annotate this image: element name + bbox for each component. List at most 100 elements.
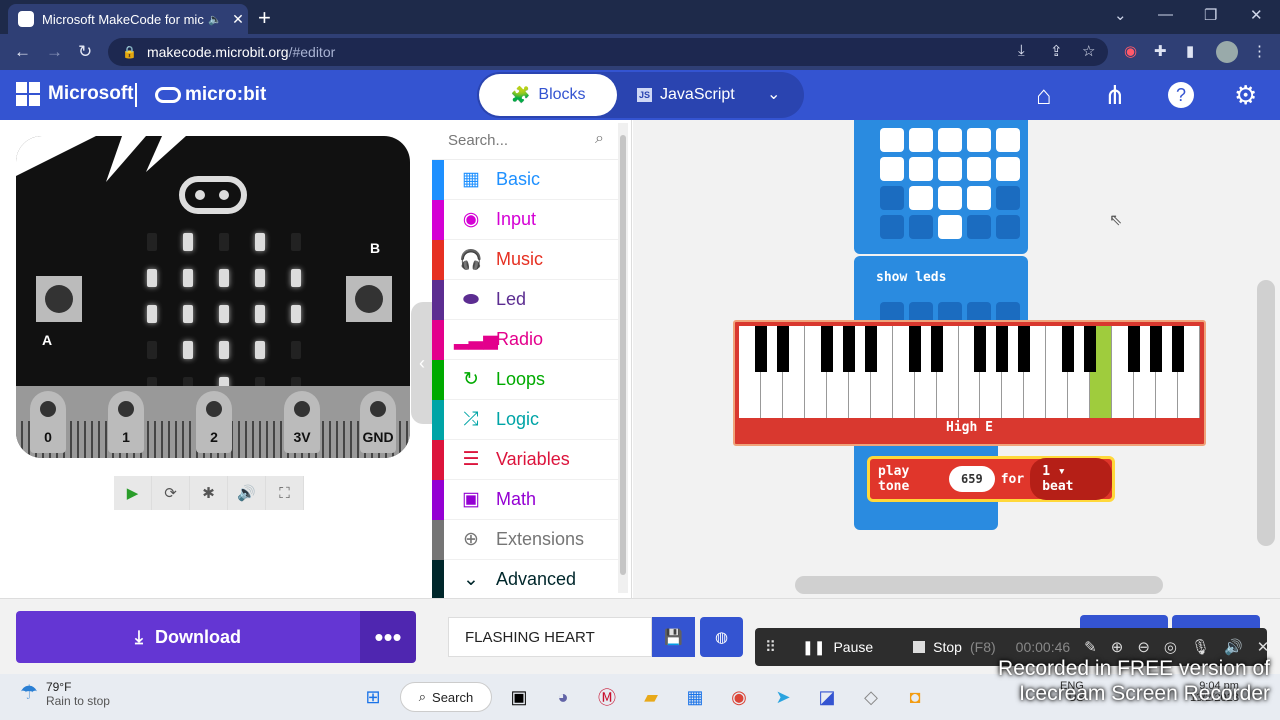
stop-button[interactable]: Stop (F8) — [913, 639, 996, 655]
black-key[interactable] — [974, 326, 987, 372]
zoom-in-icon[interactable]: ⊕ — [1111, 638, 1124, 656]
black-key[interactable] — [930, 326, 943, 372]
led-cell-0-3[interactable] — [967, 128, 991, 152]
toolbox-scrollbar[interactable] — [618, 123, 628, 593]
chrome-icon[interactable]: ◉ — [722, 680, 756, 714]
led-cell-2-1[interactable] — [909, 186, 933, 210]
install-icon[interactable]: ⤓ — [1018, 42, 1025, 59]
close-recorder-icon[interactable]: ✕ — [1257, 638, 1270, 656]
category-logic[interactable]: ⤮ Logic — [432, 399, 618, 440]
makecode-app-icon[interactable]: ◪ — [810, 680, 844, 714]
led-editor-grid[interactable] — [880, 128, 1020, 239]
file-explorer-icon[interactable]: ▰ — [634, 680, 668, 714]
category-input[interactable]: ◉ Input — [432, 199, 618, 240]
play-icon[interactable]: ▶ — [114, 476, 152, 510]
debug-bug-icon[interactable]: ✱ — [190, 476, 228, 510]
led-cell-2-2[interactable] — [938, 186, 962, 210]
category-math[interactable]: ▣ Math — [432, 479, 618, 520]
blocks-button[interactable]: 🧩 Blocks — [479, 74, 617, 116]
led-cell-1-3[interactable] — [967, 157, 991, 181]
microsoft-logo[interactable]: Microsoft — [16, 82, 134, 106]
close-window-icon[interactable]: ✕ — [1250, 6, 1263, 24]
tone-value-field[interactable]: 659 — [949, 466, 995, 492]
mcafee-icon[interactable]: Ⓜ — [590, 680, 624, 714]
taskbar-search[interactable]: ⌕ Search — [400, 682, 492, 712]
side-panel-icon[interactable]: ▮ — [1186, 42, 1194, 60]
category-led[interactable]: ⬬ Led — [432, 279, 618, 320]
led-cell-3-1[interactable] — [909, 215, 933, 239]
piano-note-picker[interactable]: High E — [733, 320, 1206, 446]
category-advanced[interactable]: ⌄ Advanced — [432, 559, 618, 600]
home-icon[interactable]: ⌂ — [1036, 80, 1052, 111]
beat-dropdown[interactable]: 1 ▾ beat — [1030, 458, 1112, 500]
save-button[interactable]: 💾 — [652, 617, 695, 657]
black-key[interactable] — [1150, 326, 1163, 372]
toolbox-search-input[interactable]: Search... ⌕ — [432, 120, 618, 160]
browser-menu-icon[interactable]: ⋮ — [1252, 42, 1267, 60]
pen-icon[interactable]: ✎ — [1084, 638, 1097, 656]
back-icon[interactable]: ← — [14, 42, 31, 62]
led-cell-0-1[interactable] — [909, 128, 933, 152]
chevron-down-icon[interactable]: ⌄ — [767, 84, 780, 104]
record-extension-icon[interactable]: ◉ — [1124, 42, 1137, 60]
windows-start-icon[interactable]: ⊞ — [356, 680, 390, 714]
recorder-app-icon[interactable]: ◘ — [898, 680, 932, 714]
black-key[interactable] — [1018, 326, 1031, 372]
pause-button[interactable]: ❚❚ Pause — [802, 639, 873, 656]
teams-chat-icon[interactable]: ◕ — [546, 680, 580, 714]
black-key[interactable] — [908, 326, 921, 372]
play-tone-block[interactable]: play tone 659 for 1 ▾ beat — [867, 456, 1115, 502]
javascript-button[interactable]: JS JavaScript — [637, 74, 735, 116]
black-key[interactable] — [754, 326, 767, 372]
category-music[interactable]: 🎧 Music — [432, 239, 618, 280]
led-cell-2-0[interactable] — [880, 186, 904, 210]
forward-icon[interactable]: → — [46, 42, 63, 62]
led-cell-3-3[interactable] — [967, 215, 991, 239]
category-extensions[interactable]: ⊕ Extensions — [432, 519, 618, 560]
telegram-icon[interactable]: ➤ — [766, 680, 800, 714]
github-button[interactable]: ◍ — [700, 617, 743, 657]
led-cell-0-4[interactable] — [996, 128, 1020, 152]
browser-tab[interactable]: Microsoft MakeCode for mic 🔈 ✕ — [8, 4, 248, 34]
black-key[interactable] — [842, 326, 855, 372]
category-variables[interactable]: ☰ Variables — [432, 439, 618, 480]
led-cell-1-0[interactable] — [880, 157, 904, 181]
led-cell-3-0[interactable] — [880, 215, 904, 239]
black-key[interactable] — [1084, 326, 1097, 372]
speaker-icon[interactable]: 🔊 — [1224, 638, 1243, 656]
button-b[interactable] — [346, 276, 392, 322]
close-tab-icon[interactable]: ✕ — [228, 11, 248, 28]
blocks-workspace[interactable]: show leds High E play tone 659 for 1 ▾ b… — [633, 120, 1280, 598]
profile-avatar[interactable] — [1216, 41, 1238, 63]
led-cell-1-4[interactable] — [996, 157, 1020, 181]
category-basic[interactable]: ▦ Basic — [432, 159, 618, 200]
black-key[interactable] — [864, 326, 877, 372]
black-key[interactable] — [1062, 326, 1075, 372]
black-key[interactable] — [820, 326, 833, 372]
search-icon[interactable]: ⌕ — [595, 130, 604, 148]
led-cell-2-3[interactable] — [967, 186, 991, 210]
app-icon[interactable]: ◇ — [854, 680, 888, 714]
led-cell-0-0[interactable] — [880, 128, 904, 152]
pin-gnd[interactable]: GND — [360, 391, 396, 453]
weather-widget[interactable]: ☂ 79°F Rain to stop — [20, 680, 110, 708]
led-cell-3-4[interactable] — [996, 215, 1020, 239]
restore-icon[interactable]: ❐ — [1204, 6, 1217, 24]
share-page-icon[interactable]: ⇪ — [1050, 42, 1063, 60]
led-cell-3-2[interactable] — [938, 215, 962, 239]
collapse-simulator-button[interactable]: ‹ — [411, 302, 433, 424]
pin-3v[interactable]: 3V — [284, 391, 320, 453]
black-key[interactable] — [1128, 326, 1141, 372]
microbit-logo[interactable]: micro:bit — [155, 84, 266, 106]
new-tab-icon[interactable]: + — [258, 5, 271, 31]
sound-icon[interactable]: 🔊 — [228, 476, 266, 510]
black-key[interactable] — [996, 326, 1009, 372]
webcam-icon[interactable]: ◎ — [1164, 638, 1177, 656]
restart-icon[interactable]: ⟳ — [152, 476, 190, 510]
share-icon[interactable]: ⋔ — [1104, 80, 1126, 111]
category-loops[interactable]: ↻ Loops — [432, 359, 618, 400]
pin-2[interactable]: 2 — [196, 391, 232, 453]
drag-handle-icon[interactable]: ⠿ — [765, 638, 776, 656]
category-radio[interactable]: ▂▃▅ Radio — [432, 319, 618, 360]
led-cell-1-2[interactable] — [938, 157, 962, 181]
